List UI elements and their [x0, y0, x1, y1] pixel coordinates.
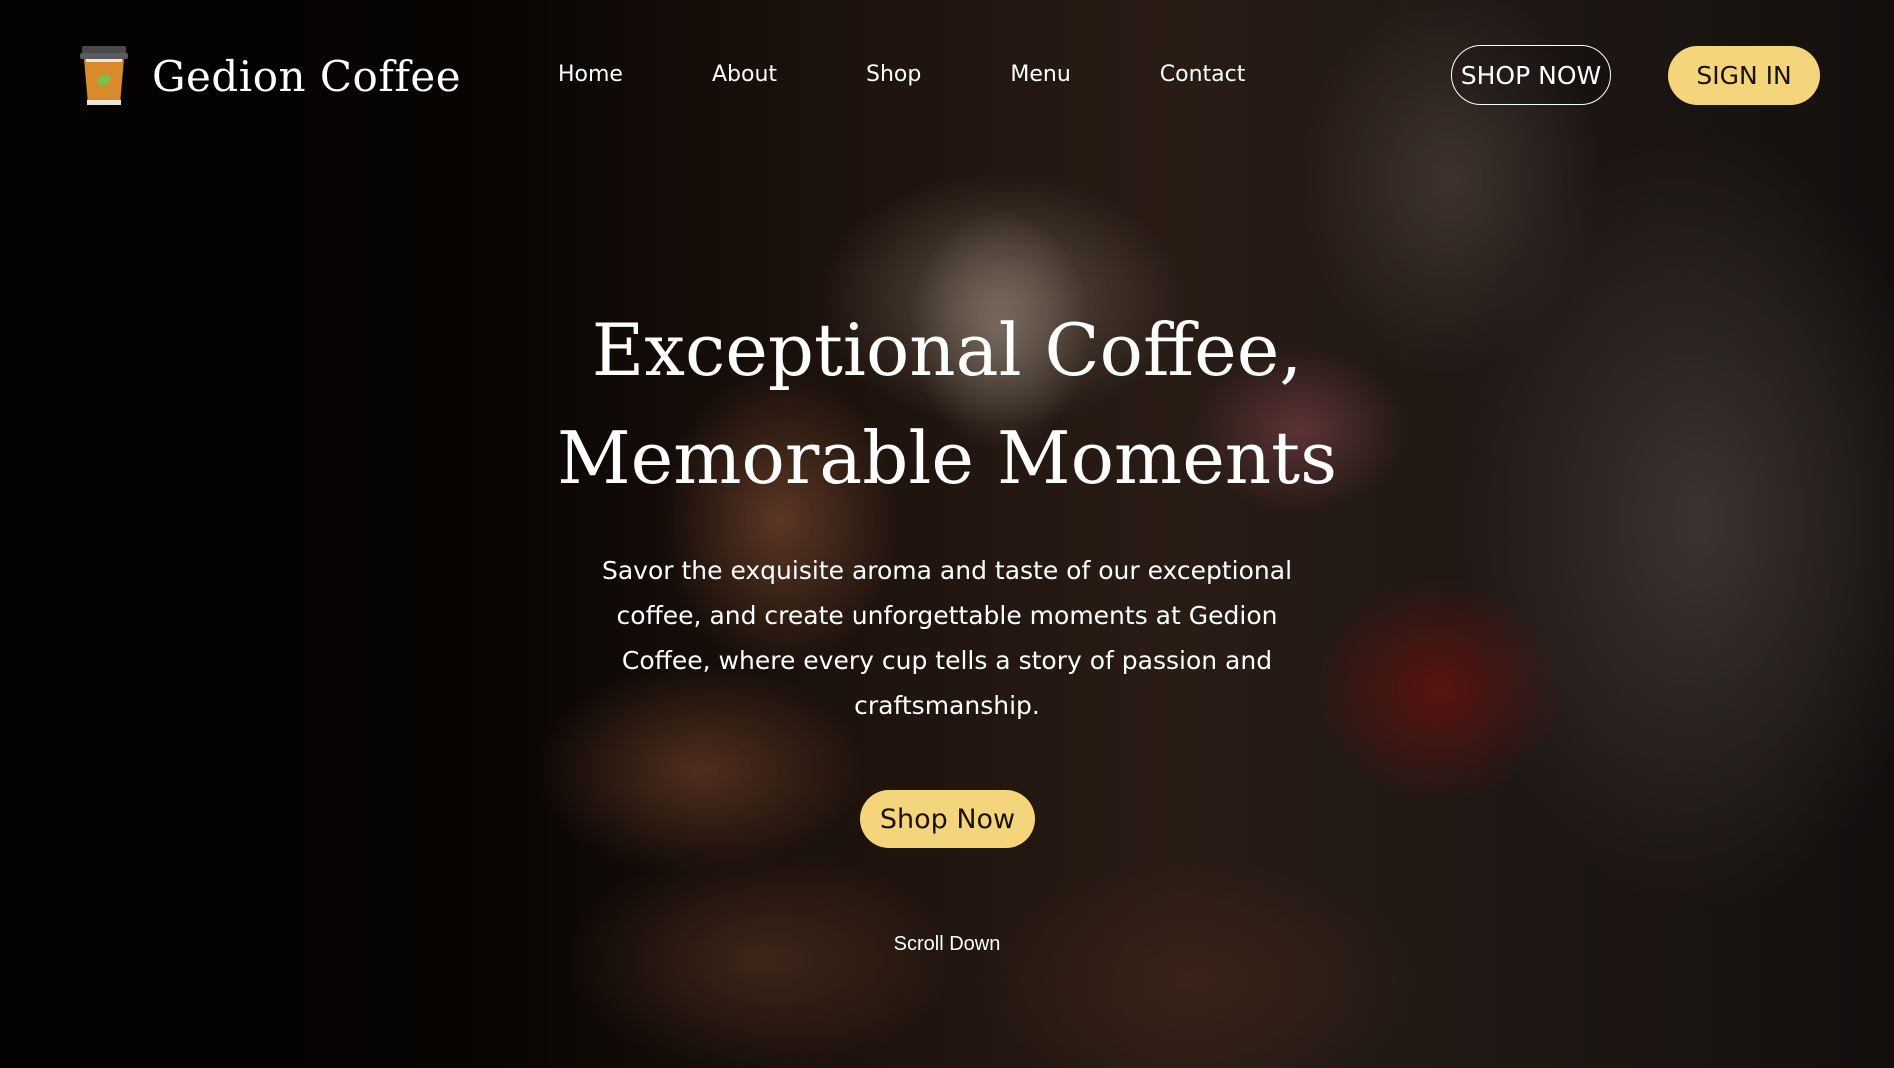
headline-line-1: Exceptional Coffee,	[591, 308, 1303, 392]
nav-home[interactable]: Home	[540, 56, 641, 93]
shop-now-hero-button[interactable]: Shop Now	[860, 790, 1035, 848]
nav-menu[interactable]: Menu	[992, 56, 1088, 93]
coffee-cup-icon	[80, 46, 128, 105]
hero-headline: Exceptional Coffee, Memorable Moments	[447, 296, 1447, 512]
scroll-down-link[interactable]: Scroll Down	[847, 933, 1047, 956]
logo[interactable]: Gedion Coffee	[78, 44, 461, 108]
headline-line-2: Memorable Moments	[556, 416, 1338, 500]
nav-shop[interactable]: Shop	[848, 56, 939, 93]
brand-name: Gedion Coffee	[152, 51, 462, 101]
hero-description: Savor the exquisite aroma and taste of o…	[601, 556, 1293, 720]
main-nav: Home About Shop Menu Contact	[540, 56, 1263, 93]
nav-about[interactable]: About	[694, 56, 795, 93]
hero-section: Gedion Coffee Home About Shop Menu Conta…	[0, 0, 1894, 1068]
shop-now-header-button[interactable]: SHOP NOW	[1451, 45, 1611, 105]
nav-contact[interactable]: Contact	[1142, 56, 1264, 93]
sign-in-button[interactable]: SIGN IN	[1668, 46, 1820, 105]
